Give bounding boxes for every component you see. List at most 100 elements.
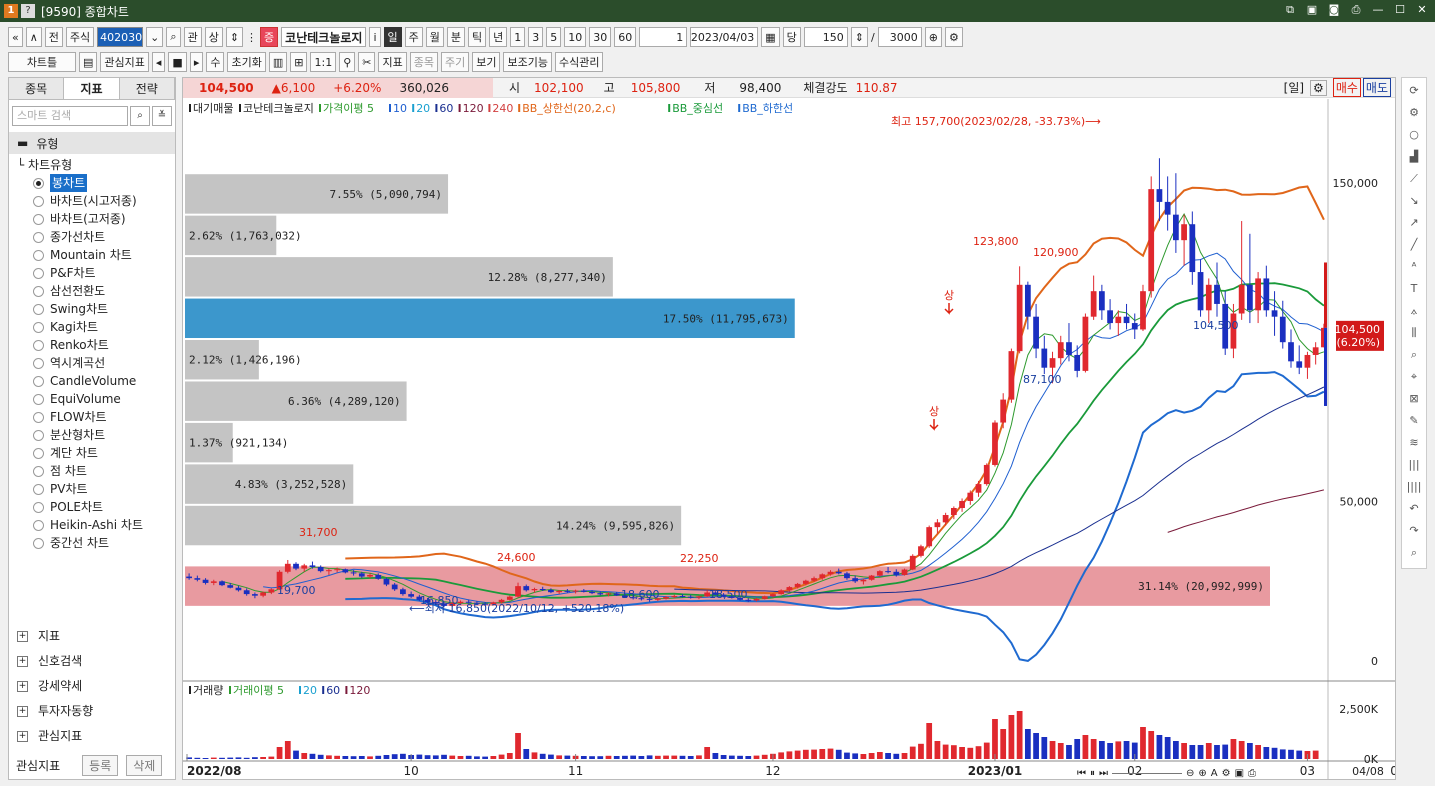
capture-icon[interactable]: ◙ [1327, 3, 1341, 17]
chart-type-item[interactable]: 바차트(시고저종) [9, 192, 175, 210]
close-button[interactable]: ✕ [1415, 3, 1429, 17]
zoom-in-icon[interactable]: ⊕ [1198, 768, 1206, 779]
radio-icon[interactable] [33, 429, 44, 441]
view-button[interactable]: 보기 [472, 52, 501, 72]
chart-type-item[interactable]: P&F차트 [9, 264, 175, 282]
refresh-icon[interactable]: ⟳ [1406, 82, 1422, 100]
gwan-button[interactable]: 관 [183, 27, 202, 47]
chart-type-item[interactable]: Heikin-Ashi 차트 [9, 516, 175, 534]
chart-type-item[interactable]: Kagi차트 [9, 318, 175, 336]
layout-icon[interactable]: ▤ [79, 52, 98, 72]
columns-icon[interactable]: |||| [1406, 478, 1422, 496]
buy-button[interactable]: 매수 [1332, 78, 1361, 97]
font-icon[interactable]: A [1211, 768, 1218, 779]
help-icon[interactable]: ? [21, 4, 35, 18]
print-icon[interactable]: ⎙ [1349, 3, 1363, 17]
first-button[interactable]: « [8, 27, 23, 47]
text-icon[interactable]: T [1406, 280, 1422, 298]
bars-icon[interactable]: ||| [1406, 456, 1422, 474]
item-button[interactable]: 종목 [409, 52, 438, 72]
zoom-icon[interactable]: ⌖ [1406, 368, 1422, 386]
radio-icon[interactable] [33, 285, 44, 297]
settings-icon[interactable]: ⚙ [1310, 79, 1327, 96]
chart-type-item[interactable]: Mountain 차트 [9, 246, 175, 264]
radio-icon[interactable] [33, 393, 44, 405]
scroll-right-icon[interactable]: ▸ [189, 52, 204, 72]
tab-stock[interactable]: 종목 [9, 78, 65, 99]
table-icon[interactable]: ⊞ [290, 52, 308, 72]
measure-icon[interactable]: ⊠ [1406, 390, 1422, 408]
search-icon[interactable]: ⌕ [166, 27, 181, 47]
chart-type-item[interactable]: PV차트 [9, 480, 175, 498]
chart-type-item[interactable]: 중간선 차트 [9, 534, 175, 552]
pin-icon[interactable]: ⚲ [339, 52, 356, 72]
aux-button[interactable]: 보조기능 [503, 52, 552, 72]
prev-button[interactable]: 전 [44, 27, 63, 47]
magnify-icon[interactable]: ⌕ [1406, 346, 1422, 364]
settings-icon[interactable]: ⚙ [944, 27, 963, 47]
formula-button[interactable]: 수식관리 [554, 52, 604, 72]
ray-icon[interactable]: ↗ [1406, 214, 1422, 232]
group-indicator[interactable]: + 지표 [9, 624, 175, 649]
radio-icon[interactable] [33, 447, 44, 459]
minimize-button[interactable]: — [1371, 3, 1385, 17]
stop-icon[interactable]: ■ [168, 52, 187, 72]
chart-type-item[interactable]: 종가선차트 [9, 228, 175, 246]
chart-type-item[interactable]: POLE차트 [9, 498, 175, 516]
scroll-left-icon[interactable]: ◂ [151, 52, 166, 72]
price-chart[interactable]: 7.55% (5,090,794) 2.62% (1,763,032) 12.28%… [183, 99, 1395, 780]
save-icon[interactable]: ▣ [1305, 3, 1319, 17]
zoom-out-icon[interactable]: ⊖ [1186, 768, 1194, 779]
up-button[interactable]: ∧ [25, 27, 42, 47]
circle-icon[interactable]: ○ [1406, 126, 1422, 144]
period-year[interactable]: 년 [489, 27, 508, 47]
group-strength[interactable]: + 강세약세 [9, 674, 175, 699]
draw-icon[interactable]: ↘ [1406, 192, 1422, 210]
sell-button[interactable]: 매도 [1362, 78, 1391, 97]
search-icon[interactable]: ⌕ [130, 106, 150, 126]
total-input[interactable]: 3000 [877, 27, 922, 47]
su-button[interactable]: 수 [206, 52, 225, 72]
chart-type-item[interactable]: 분산형차트 [9, 426, 175, 444]
group-favorite[interactable]: + 관심지표 [9, 724, 175, 749]
delete-button[interactable]: 삭제 [126, 754, 163, 776]
date-input[interactable]: 2023/04/03 [690, 27, 759, 47]
chart-type-item[interactable]: FLOW차트 [9, 408, 175, 426]
calendar-icon[interactable]: ▦ [761, 27, 780, 47]
undo-icon[interactable]: ↶ [1406, 500, 1422, 518]
sang-button[interactable]: 상 [204, 27, 223, 47]
fibo-icon[interactable]: ⟑ [1406, 302, 1422, 320]
zoom-in-icon[interactable]: ⊕ [924, 27, 942, 47]
type-section[interactable]: ▬ 유형 [9, 132, 175, 154]
radio-icon[interactable] [33, 411, 44, 423]
count-select[interactable]: 1 [639, 27, 688, 47]
chart-type-item[interactable]: 점 차트 [9, 462, 175, 480]
radio-icon[interactable] [33, 249, 44, 261]
bar-count-input[interactable]: 150 [803, 27, 848, 47]
ratio-button[interactable]: 1:1 [310, 52, 337, 72]
chart-type-item[interactable]: Renko차트 [9, 336, 175, 354]
chart-type-item[interactable]: 계단 차트 [9, 444, 175, 462]
gear-icon[interactable]: ⚙ [1222, 768, 1231, 779]
radio-icon[interactable] [33, 375, 44, 387]
period-minute[interactable]: 분 [446, 27, 465, 47]
redo-icon[interactable]: ↷ [1406, 522, 1422, 540]
market-select[interactable]: 주식 [65, 27, 95, 47]
radio-icon[interactable] [33, 483, 44, 495]
interval-30[interactable]: 30 [589, 27, 612, 47]
group-investor[interactable]: + 투자자동향 [9, 699, 175, 724]
interval-3[interactable]: 3 [528, 27, 544, 47]
stock-code-input[interactable]: 402030 [97, 27, 144, 47]
chart-tools-button[interactable]: 차트틀 [8, 52, 76, 72]
period-day[interactable]: 일 [383, 27, 402, 47]
interval-5[interactable]: 5 [546, 27, 562, 47]
radio-icon[interactable] [33, 303, 44, 315]
chart-type-item[interactable]: CandleVolume [9, 372, 175, 390]
radio-icon[interactable] [33, 231, 44, 243]
scissors-icon[interactable]: ✂ [358, 52, 376, 72]
gear-icon[interactable]: ⚙ [1406, 104, 1422, 122]
radio-icon[interactable] [33, 501, 44, 513]
candle-icon[interactable]: ⫼ [1406, 324, 1422, 342]
indicator-button[interactable]: 지표 [378, 52, 407, 72]
window-icon[interactable]: ▣ [1235, 768, 1244, 779]
